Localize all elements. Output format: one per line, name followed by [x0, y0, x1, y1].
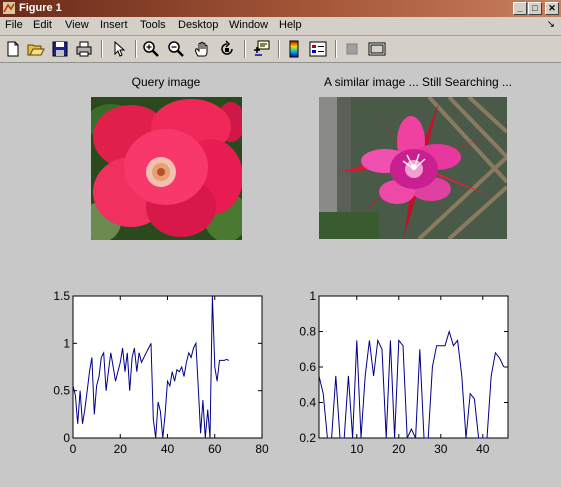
x-tick-label: 10: [350, 442, 364, 456]
y-tick-label: 0: [63, 431, 70, 445]
x-tick-label: 40: [476, 442, 490, 456]
y-tick-label: 0.8: [299, 325, 316, 339]
x-tick-label: 20: [392, 442, 406, 456]
plot-1-axes-box: [72, 295, 263, 439]
y-tick-label: 1: [309, 289, 316, 303]
y-tick-label: 0.4: [299, 396, 316, 410]
y-tick-label: 0.2: [299, 431, 316, 445]
y-tick-label: 1.5: [53, 289, 70, 303]
line-plots: 0 20 40 60 80 0 0.5 1 1.5 10 20 30 40 0.2 0.4 0.6 0.8 1: [53, 289, 509, 456]
x-tick-label: 0: [70, 442, 77, 456]
x-tick-label: 80: [255, 442, 269, 456]
x-tick-label: 60: [208, 442, 222, 456]
x-tick-label: 40: [161, 442, 175, 456]
plot-2-axes-box: [318, 295, 509, 439]
x-tick-label: 20: [114, 442, 128, 456]
y-tick-label: 0.6: [299, 360, 316, 374]
x-tick-label: 30: [434, 442, 448, 456]
y-tick-label: 0.5: [53, 384, 70, 398]
y-tick-label: 1: [63, 336, 70, 350]
